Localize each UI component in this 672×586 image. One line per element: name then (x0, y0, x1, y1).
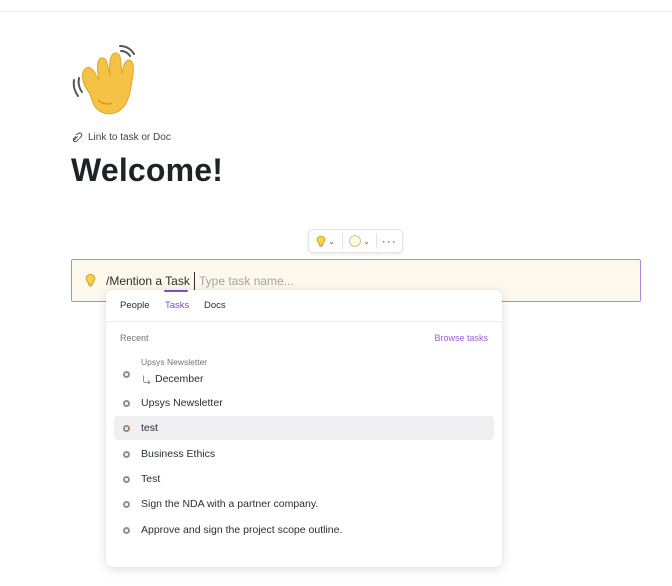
status-dot (123, 451, 130, 458)
tab-docs[interactable]: Docs (204, 300, 226, 311)
task-label: Test (141, 473, 161, 485)
task-label: Sign the NDA with a partner company. (141, 498, 319, 510)
list-item-highlighted[interactable]: test (114, 416, 494, 440)
page-title[interactable]: Welcome! (71, 152, 223, 189)
list-item-subtask[interactable]: Upsys Newsletter December (114, 356, 494, 392)
command-word: Task (165, 274, 190, 288)
link-to-task-button[interactable]: Link to task or Doc (72, 132, 171, 143)
tab-people[interactable]: People (120, 300, 150, 311)
mention-command-text: /Mention a Task (106, 274, 190, 288)
status-dot (123, 425, 130, 432)
recent-section-label: Recent (120, 333, 149, 343)
link-to-task-label: Link to task or Doc (88, 132, 171, 143)
more-options-button[interactable]: ··· (377, 230, 402, 252)
list-item[interactable]: Business Ethics (114, 442, 494, 466)
block-toolbar: ⌄ ⌄ ··· (308, 229, 403, 253)
status-dot (123, 371, 130, 378)
list-item[interactable]: Test (114, 467, 494, 491)
status-dot (123, 527, 130, 534)
link-icon (72, 132, 83, 143)
mention-dropdown: People Tasks Docs Recent Browse tasks Up… (106, 290, 502, 567)
lightbulb-icon (316, 235, 326, 247)
command-prefix: /Mention a (106, 274, 166, 288)
mention-tabs: People Tasks Docs (106, 290, 502, 322)
parent-task-label: Upsys Newsletter (141, 357, 208, 367)
icon-picker-button[interactable]: ⌄ (309, 230, 342, 252)
status-dot (123, 400, 130, 407)
task-label: Upsys Newsletter (141, 397, 223, 409)
status-dot (123, 501, 130, 508)
color-circle-icon (349, 235, 362, 247)
active-tab-indicator (164, 290, 188, 292)
task-label: test (141, 422, 158, 434)
subtask-arrow-icon (143, 375, 151, 384)
subtask-label: December (155, 373, 204, 385)
list-item[interactable]: Upsys Newsletter (114, 391, 494, 415)
top-divider (0, 11, 672, 12)
task-label: Business Ethics (141, 448, 216, 460)
lightbulb-icon (85, 274, 96, 287)
text-cursor (194, 272, 195, 290)
browse-tasks-link[interactable]: Browse tasks (434, 333, 488, 343)
waving-hand-icon (72, 45, 135, 115)
list-item[interactable]: Sign the NDA with a partner company. (114, 492, 494, 516)
status-dot (123, 476, 130, 483)
list-item[interactable]: Approve and sign the project scope outli… (114, 518, 494, 542)
color-picker-button[interactable]: ⌄ (343, 230, 375, 252)
chevron-down-icon: ⌄ (328, 236, 335, 246)
chevron-down-icon: ⌄ (363, 236, 370, 246)
task-name-placeholder[interactable]: Type task name... (199, 274, 294, 288)
subtask-row: December (142, 373, 203, 385)
tab-tasks[interactable]: Tasks (165, 300, 189, 311)
task-label: Approve and sign the project scope outli… (141, 524, 343, 536)
more-horizontal-icon: ··· (381, 234, 397, 248)
